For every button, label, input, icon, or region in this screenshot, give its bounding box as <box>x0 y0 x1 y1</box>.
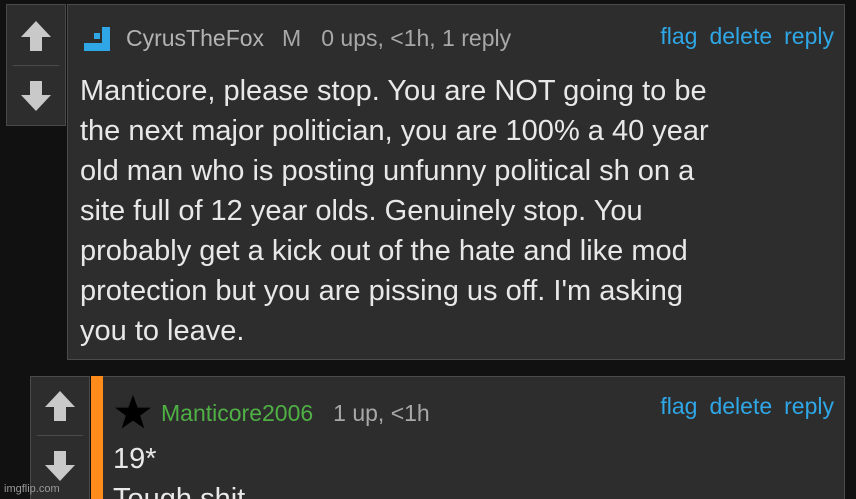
comment-header: CyrusTheFox M 0 ups, <1h, 1 reply <box>82 23 511 53</box>
comment-body: Manticore, please stop. You are NOT goin… <box>80 75 709 347</box>
delete-link[interactable]: delete <box>709 393 772 420</box>
blue-bracket-icon <box>82 23 112 53</box>
upvote-button[interactable] <box>37 383 83 429</box>
down-arrow-icon <box>21 81 51 111</box>
comment-body: 19* Tough shit <box>113 443 246 499</box>
comment-stats: 0 ups, <1h, 1 reply <box>321 24 512 51</box>
up-arrow-icon <box>45 391 75 421</box>
reply-link[interactable]: reply <box>784 23 834 50</box>
username-link[interactable]: CyrusTheFox <box>126 25 264 52</box>
flag-link[interactable]: flag <box>660 23 697 50</box>
down-arrow-icon <box>45 451 75 481</box>
downvote-button[interactable] <box>13 73 59 119</box>
vote-column-comment2 <box>30 376 90 499</box>
watermark: imgflip.com <box>4 483 60 495</box>
comment-manticore2006: Manticore2006 1 up, <1h flag delete repl… <box>103 376 845 499</box>
black-star-icon <box>113 393 153 433</box>
vote-column-comment1 <box>6 4 66 126</box>
vote-divider <box>13 65 59 66</box>
op-highlight-bar <box>91 376 103 499</box>
upvote-button[interactable] <box>13 13 59 59</box>
delete-link[interactable]: delete <box>709 23 772 50</box>
reply-link[interactable]: reply <box>784 393 834 420</box>
comment-header: Manticore2006 1 up, <1h <box>113 393 430 433</box>
mod-badge: M <box>282 24 302 51</box>
vote-divider <box>37 435 83 436</box>
comment-cyrusthefox: CyrusTheFox M 0 ups, <1h, 1 reply flag d… <box>67 4 845 360</box>
username-link[interactable]: Manticore2006 <box>161 400 313 427</box>
flag-link[interactable]: flag <box>660 393 697 420</box>
comment-stats: 1 up, <1h <box>333 399 430 426</box>
comment-actions: flag delete reply <box>660 393 834 420</box>
comment-actions: flag delete reply <box>660 23 834 50</box>
up-arrow-icon <box>21 21 51 51</box>
